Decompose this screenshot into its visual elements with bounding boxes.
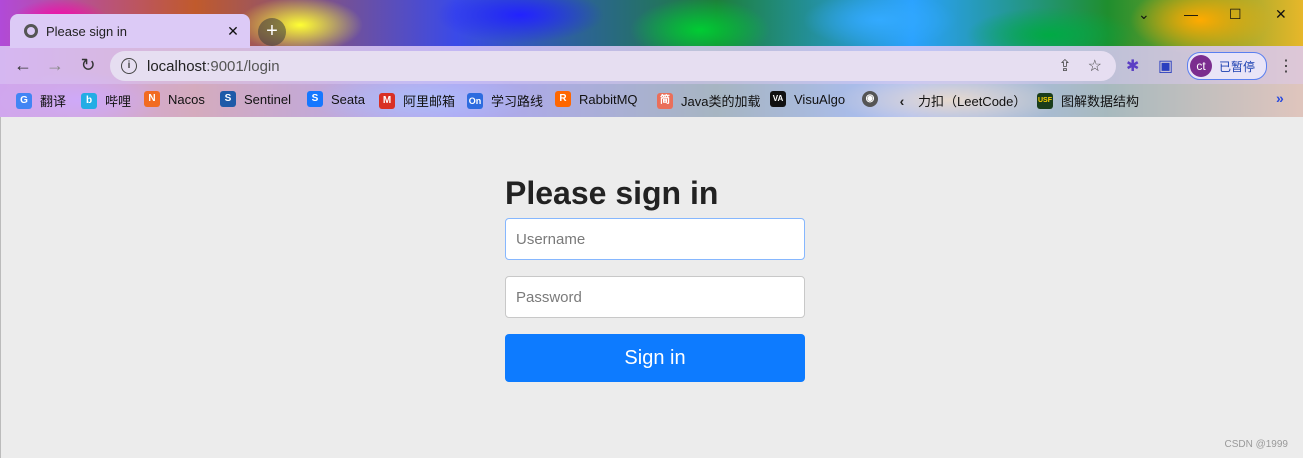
nacos-icon: N: [144, 91, 160, 107]
extensions-icon[interactable]: ✱: [1126, 56, 1139, 76]
sentinel-icon: S: [220, 91, 236, 107]
bookmark-learning-path[interactable]: On 学习路线: [467, 91, 543, 110]
window-close-icon[interactable]: ✕: [1275, 6, 1287, 23]
new-tab-button[interactable]: +: [258, 18, 286, 46]
address-bar[interactable]: i localhost:9001/login ⇪ ☆: [110, 51, 1116, 81]
browser-chrome: Please sign in ✕ + ⌄ — ☐ ✕ ← → ↻ i local…: [0, 0, 1303, 117]
bookmark-seata[interactable]: S Seata: [307, 91, 365, 107]
tab-active[interactable]: Please sign in ✕: [10, 14, 250, 48]
username-input[interactable]: [505, 218, 805, 260]
tab-title: Please sign in: [46, 23, 127, 39]
onenote-icon: On: [467, 92, 483, 109]
bookmark-java-class-loading[interactable]: 简 Java类的加载: [657, 91, 760, 110]
close-icon[interactable]: ✕: [222, 23, 244, 40]
double-chevron-right-icon[interactable]: »: [1276, 90, 1284, 106]
page-title: Please sign in: [505, 175, 719, 211]
google-translate-icon: G: [16, 92, 32, 109]
star-icon[interactable]: ☆: [1088, 56, 1102, 76]
profile-button[interactable]: ct 已暂停: [1187, 52, 1267, 80]
bookmarks-bar: G 翻译 b 哔哩 N Nacos S Sentinel S Seata M 阿里邮箱 On…: [0, 84, 1303, 117]
toolbar: ← → ↻ i localhost:9001/login ⇪ ☆ ✱ ▣ ct …: [0, 46, 1303, 84]
tab-strip: Please sign in ✕ + ⌄ — ☐ ✕: [0, 0, 1303, 48]
bookmark-data-structures[interactable]: USF 图解数据结构: [1037, 91, 1139, 110]
bookmark-visualgo[interactable]: VA VisuAlgo: [770, 91, 845, 107]
login-form: Please sign in Sign in: [505, 174, 805, 382]
gmail-icon: M: [379, 92, 395, 109]
globe-icon: ◉: [862, 91, 878, 107]
forward-arrow-icon[interactable]: →: [44, 54, 66, 76]
bookmark-bilibili[interactable]: b 哔哩: [81, 91, 131, 110]
bookmark-nacos[interactable]: N Nacos: [144, 91, 205, 107]
maximize-icon[interactable]: ☐: [1229, 6, 1242, 23]
leetcode-icon: ‹: [899, 92, 905, 109]
usfca-icon: USF: [1037, 92, 1053, 109]
seata-icon: S: [307, 91, 323, 107]
globe-icon: [24, 24, 38, 38]
bookmark-sentinel[interactable]: S Sentinel: [220, 91, 291, 107]
watermark: CSDN @1999: [1224, 439, 1288, 450]
bookmark-ali-mail[interactable]: M 阿里邮箱: [379, 91, 455, 110]
page-content: Please sign in Sign in CSDN @1999: [0, 117, 1303, 458]
rabbitmq-icon: R: [555, 91, 571, 107]
side-panel-icon[interactable]: ▣: [1158, 56, 1173, 76]
reload-icon[interactable]: ↻: [77, 54, 99, 76]
url-text[interactable]: localhost:9001/login: [147, 58, 280, 75]
minimize-icon[interactable]: —: [1184, 6, 1198, 22]
chevron-down-icon[interactable]: ⌄: [1138, 6, 1150, 23]
sign-in-button[interactable]: Sign in: [505, 334, 805, 382]
profile-status: 已暂停: [1219, 59, 1256, 74]
menu-kebab-icon[interactable]: ⋮: [1278, 56, 1294, 76]
bookmark-translate[interactable]: G 翻译: [16, 91, 66, 110]
back-arrow-icon[interactable]: ←: [12, 54, 34, 76]
jianshu-icon: 简: [657, 92, 673, 109]
bookmark-rabbitmq[interactable]: R RabbitMQ: [555, 91, 638, 107]
bookmark-leetcode[interactable]: ‹ 力扣（LeetCode）: [894, 91, 1027, 110]
avatar: ct: [1190, 55, 1212, 77]
visualgo-icon: VA: [770, 91, 786, 107]
share-icon[interactable]: ⇪: [1058, 56, 1071, 76]
bilibili-icon: b: [81, 92, 97, 109]
password-input[interactable]: [505, 276, 805, 318]
site-info-icon[interactable]: i: [121, 58, 137, 74]
bookmark-globe[interactable]: ◉: [862, 91, 886, 107]
